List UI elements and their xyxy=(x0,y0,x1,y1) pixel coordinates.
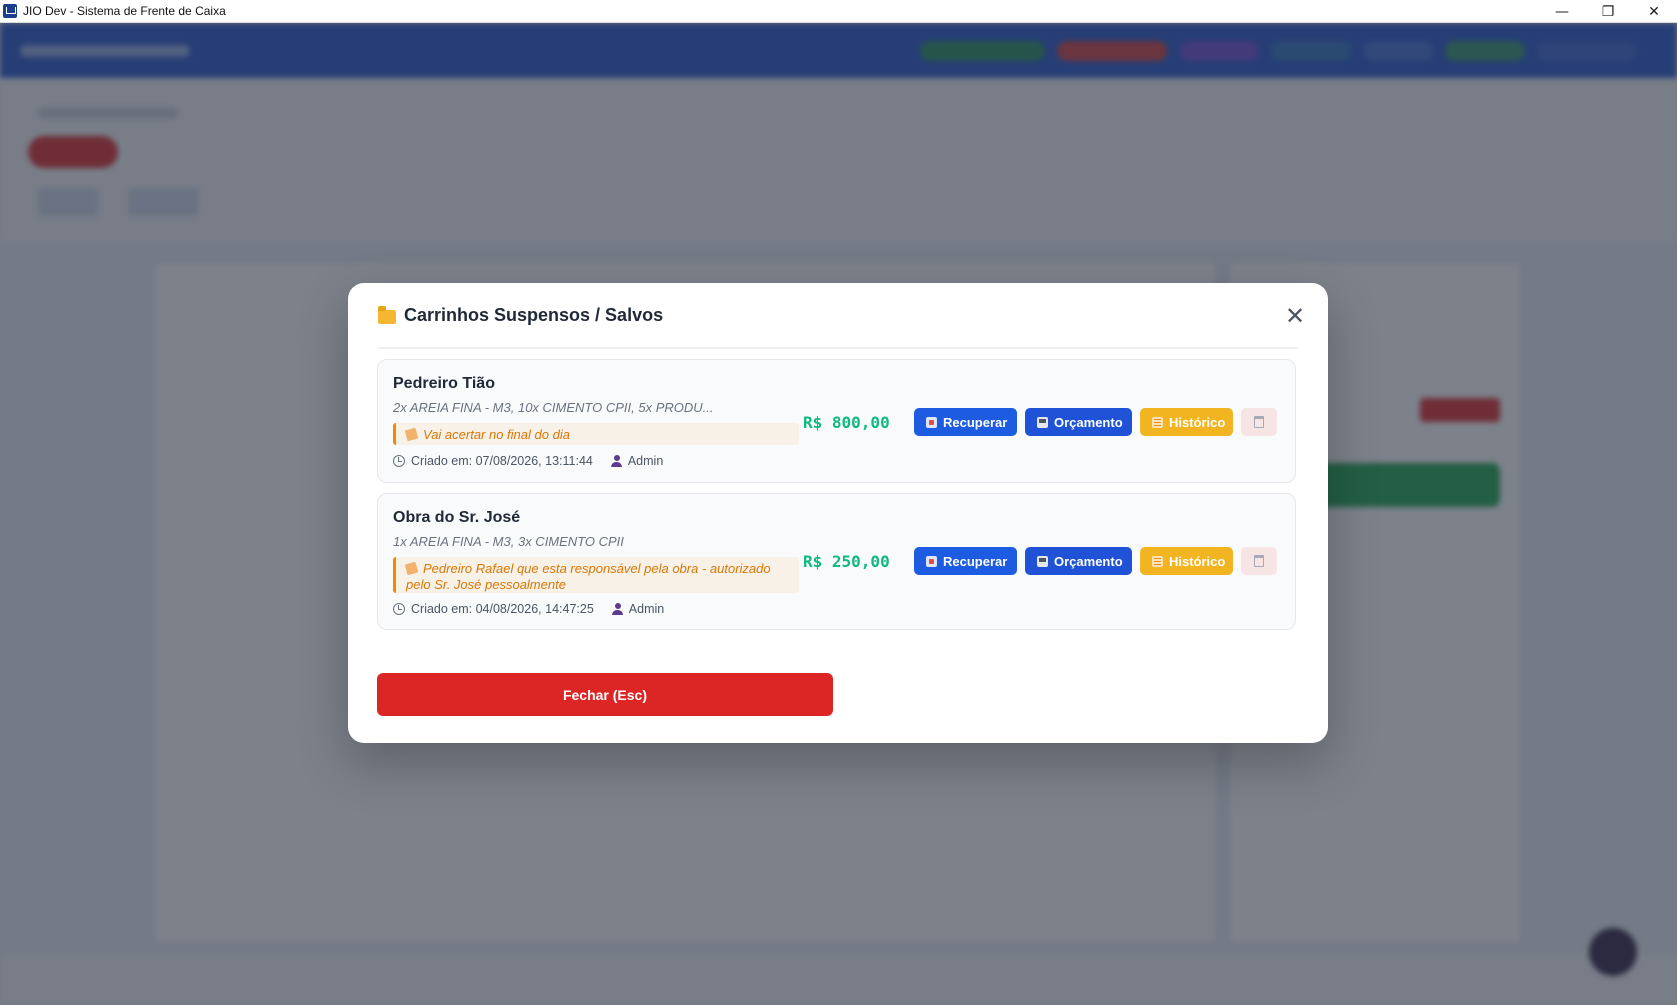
printer-icon xyxy=(1037,555,1048,567)
close-icon[interactable]: ✕ xyxy=(1284,304,1306,328)
quote-button-label: Orçamento xyxy=(1054,414,1123,430)
note-icon xyxy=(404,561,419,576)
cart-meta: Criado em: 04/08/2026, 14:47:25 Admin xyxy=(393,602,664,616)
history-button[interactable]: Histórico xyxy=(1140,547,1233,575)
user-icon xyxy=(611,603,623,615)
cart-created: Criado em: 07/08/2026, 13:11:44 xyxy=(411,454,593,468)
trash-icon xyxy=(1254,555,1264,567)
window-titlebar: JIO Dev - Sistema de Frente de Caixa — ❐… xyxy=(0,0,1677,23)
cart-name: Obra do Sr. José xyxy=(393,509,521,526)
history-icon xyxy=(1152,555,1163,567)
suspended-carts-modal: Carrinhos Suspensos / Salvos ✕ Pedreiro … xyxy=(348,283,1328,743)
cart-card: Pedreiro Tião 2x AREIA FINA - M3, 10x CI… xyxy=(377,359,1296,483)
cart-user: Admin xyxy=(628,602,665,616)
app-icon xyxy=(3,4,17,18)
user-icon xyxy=(610,455,622,467)
quote-button[interactable]: Orçamento xyxy=(1025,408,1132,436)
cart-note-text: Vai acertar no final do dia xyxy=(423,427,570,442)
quote-button[interactable]: Orçamento xyxy=(1025,547,1132,575)
minimize-button[interactable]: — xyxy=(1539,0,1585,23)
cart-note-text: Pedreiro Rafael que esta responsável pel… xyxy=(406,561,771,592)
recover-button-label: Recuperar xyxy=(943,553,1008,569)
cart-actions: Recuperar Orçamento Histórico xyxy=(914,547,1277,575)
recover-button[interactable]: Recuperar xyxy=(914,547,1017,575)
cart-items: 2x AREIA FINA - M3, 10x CIMENTO CPII, 5x… xyxy=(393,400,714,415)
folder-icon xyxy=(378,306,396,324)
recover-icon xyxy=(926,555,937,567)
modal-title: Carrinhos Suspensos / Salvos xyxy=(404,304,664,325)
trash-icon xyxy=(1254,416,1264,428)
clock-icon xyxy=(393,455,405,467)
cart-note: Vai acertar no final do dia xyxy=(393,423,799,445)
window-title: JIO Dev - Sistema de Frente de Caixa xyxy=(23,4,226,18)
cart-name: Pedreiro Tião xyxy=(393,375,495,392)
clock-icon xyxy=(393,603,405,615)
cart-note: Pedreiro Rafael que esta responsável pel… xyxy=(393,557,799,593)
quote-button-label: Orçamento xyxy=(1054,553,1123,569)
restore-button[interactable]: ❐ xyxy=(1585,0,1631,23)
window-close-button[interactable]: ✕ xyxy=(1631,0,1677,23)
cart-total: R$ 800,00 xyxy=(803,413,890,432)
cart-user: Admin xyxy=(627,454,664,468)
printer-icon xyxy=(1037,416,1048,428)
note-icon xyxy=(404,427,419,442)
recover-button[interactable]: Recuperar xyxy=(914,408,1017,436)
cart-card: Obra do Sr. José 1x AREIA FINA - M3, 3x … xyxy=(377,493,1296,630)
delete-button[interactable] xyxy=(1241,408,1277,436)
history-button-label: Histórico xyxy=(1169,553,1226,569)
delete-button[interactable] xyxy=(1241,547,1277,575)
modal-header: Carrinhos Suspensos / Salvos ✕ xyxy=(378,283,1305,349)
cart-created: Criado em: 04/08/2026, 14:47:25 xyxy=(411,602,594,616)
cart-actions: Recuperar Orçamento Histórico xyxy=(914,408,1277,436)
close-modal-button[interactable]: Fechar (Esc) xyxy=(377,673,833,716)
window-controls: — ❐ ✕ xyxy=(1539,0,1677,23)
history-icon xyxy=(1152,416,1163,428)
cart-meta: Criado em: 07/08/2026, 13:11:44 Admin xyxy=(393,454,663,468)
history-button-label: Histórico xyxy=(1169,414,1226,430)
cart-items: 1x AREIA FINA - M3, 3x CIMENTO CPII xyxy=(393,534,624,549)
recover-icon xyxy=(926,416,937,428)
history-button[interactable]: Histórico xyxy=(1140,408,1233,436)
cart-total: R$ 250,00 xyxy=(803,552,890,571)
recover-button-label: Recuperar xyxy=(943,414,1008,430)
